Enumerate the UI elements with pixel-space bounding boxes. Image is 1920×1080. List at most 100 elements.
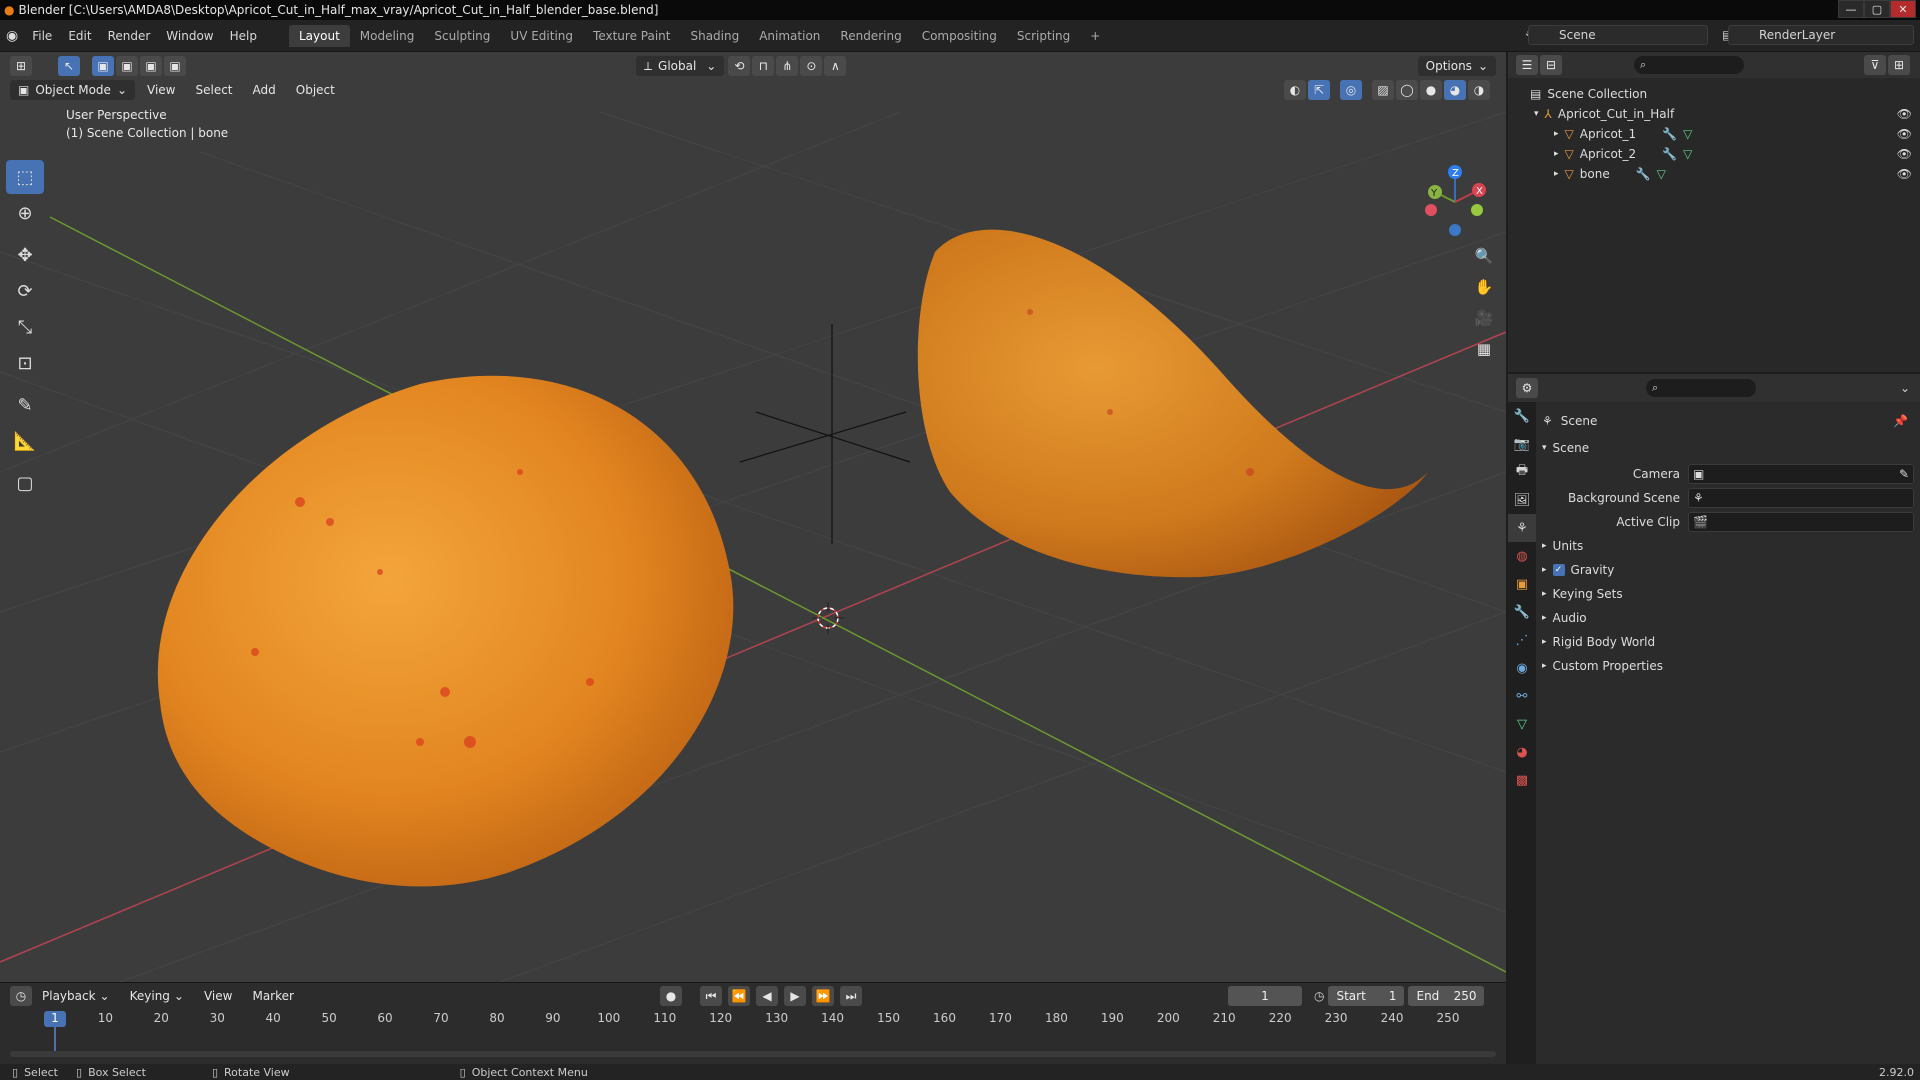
close-button[interactable]: ✕ — [1890, 0, 1916, 18]
scene-panel-header[interactable]: ▾ Scene — [1542, 436, 1914, 460]
tab-texture-paint[interactable]: Texture Paint — [583, 25, 680, 47]
measure-tool-icon[interactable]: 📐 — [6, 424, 44, 458]
chevron-right-icon[interactable]: ▸ — [1554, 169, 1559, 179]
chevron-right-icon[interactable]: ▸ — [1554, 129, 1559, 139]
editor-type-icon[interactable]: ⊞ — [10, 56, 32, 76]
play-reverse-icon[interactable]: ◀ — [756, 986, 778, 1006]
menu-edit[interactable]: Edit — [60, 26, 99, 46]
prev-keyframe-icon[interactable]: ⏪ — [728, 986, 750, 1006]
scene-tab-icon[interactable]: ⚘ — [1508, 514, 1536, 542]
filter-icon[interactable]: ⊽ — [1864, 55, 1886, 75]
material-tab-icon[interactable]: ◕ — [1508, 738, 1536, 766]
timeline-menu-view[interactable]: View — [196, 986, 240, 1006]
chevron-down-icon[interactable]: ⌄ — [1900, 381, 1910, 395]
tab-rendering[interactable]: Rendering — [830, 25, 911, 47]
3d-viewport[interactable]: Z X Y ⊞ ↖ ▣ ▣ ▣ ▣ ⟂ Global ⌄ ⟲ ⊓ ⋔ ⊙ ∧ Opt… — [0, 52, 1506, 982]
snap-target-icon[interactable]: ⋔ — [776, 56, 799, 76]
select-mode-new-icon[interactable]: ▣ — [92, 56, 114, 76]
timeline-menu-marker[interactable]: Marker — [244, 986, 301, 1006]
chevron-down-icon[interactable]: ▾ — [1534, 109, 1539, 119]
subpanel-custom-properties[interactable]: ▸ Custom Properties — [1542, 654, 1914, 678]
outliner-search-input[interactable]: ⌕ — [1634, 56, 1744, 74]
subpanel-audio[interactable]: ▸ Audio — [1542, 606, 1914, 630]
outliner-item-bone[interactable]: ▸ ▽ bone 🔧 ▽ 👁 — [1508, 164, 1920, 184]
pan-hand-icon[interactable]: ✋ — [1470, 273, 1498, 301]
eye-icon[interactable]: 👁 — [1897, 167, 1912, 181]
add-workspace-icon[interactable]: + — [1080, 25, 1110, 47]
rotate-tool-icon[interactable]: ⟳ — [6, 274, 44, 308]
viewport-menu-add[interactable]: Add — [245, 80, 284, 100]
gravity-checkbox[interactable]: ✓ — [1552, 564, 1565, 576]
transform-orientation-dropdown[interactable]: ⟂ Global ⌄ — [636, 56, 725, 76]
tab-shading[interactable]: Shading — [680, 25, 749, 47]
menu-render[interactable]: Render — [100, 26, 159, 46]
select-mode-subtract-icon[interactable]: ▣ — [140, 56, 162, 76]
snap-icon[interactable]: ⊓ — [752, 56, 775, 76]
subpanel-keying-sets[interactable]: ▸ Keying Sets — [1542, 582, 1914, 606]
outliner-item-apricot-2[interactable]: ▸ ▽ Apricot_2 🔧 ▽ 👁 — [1508, 144, 1920, 164]
clock-icon[interactable]: ◷ — [1314, 989, 1324, 1003]
background-scene-field[interactable]: ⚘ — [1688, 488, 1914, 508]
render-tab-icon[interactable]: 📷 — [1508, 430, 1536, 458]
viewport-menu-object[interactable]: Object — [288, 80, 343, 100]
outliner-item-apricot-1[interactable]: ▸ ▽ Apricot_1 🔧 ▽ 👁 — [1508, 124, 1920, 144]
add-cube-tool-icon[interactable]: ▢ — [6, 466, 44, 500]
menu-help[interactable]: Help — [222, 26, 265, 46]
select-box-tool-icon[interactable]: ⬚ — [6, 160, 44, 194]
camera-field[interactable]: ▣ ✎ — [1688, 464, 1914, 484]
rendered-shading-icon[interactable]: ◑ — [1468, 80, 1490, 100]
object-tab-icon[interactable]: ▣ — [1508, 570, 1536, 598]
xray-icon[interactable]: ▨ — [1372, 80, 1394, 100]
active-clip-field[interactable]: 🎬 — [1688, 512, 1914, 532]
end-frame-field[interactable]: End 250 — [1408, 986, 1485, 1006]
outliner-item-collection[interactable]: ▾ ⅄ Apricot_Cut_in_Half 👁 — [1508, 104, 1920, 124]
record-icon[interactable]: ● — [660, 986, 682, 1006]
select-tool-icon[interactable]: ↖ — [58, 56, 80, 76]
move-tool-icon[interactable]: ✥ — [6, 238, 44, 272]
menu-file[interactable]: File — [24, 26, 60, 46]
minimize-button[interactable]: — — [1838, 0, 1864, 18]
tool-tab-icon[interactable]: 🔧 — [1508, 402, 1536, 430]
annotate-tool-icon[interactable]: ✎ — [6, 388, 44, 422]
pin-icon[interactable]: 📌 — [1893, 414, 1908, 428]
blender-menu-icon[interactable]: ◉ — [6, 28, 18, 44]
timeline-scrollbar[interactable] — [10, 1051, 1496, 1057]
timeline-menu-playback[interactable]: Playback ⌄ — [34, 986, 118, 1006]
modifier-tab-icon[interactable]: 🔧 — [1508, 598, 1536, 626]
properties-editor-type-icon[interactable]: ⚙ — [1516, 378, 1538, 398]
eye-icon[interactable]: 👁 — [1897, 107, 1912, 121]
proportional-edit-icon[interactable]: ⊙ — [800, 56, 823, 76]
render-layer-selector[interactable]: RenderLayer — [1728, 25, 1914, 45]
jump-start-icon[interactable]: ⏮ — [700, 986, 722, 1006]
texture-tab-icon[interactable]: ▩ — [1508, 766, 1536, 794]
select-mode-extend-icon[interactable]: ▣ — [116, 56, 138, 76]
outliner-item-scene-collection[interactable]: ▤ Scene Collection — [1508, 84, 1920, 104]
tab-modeling[interactable]: Modeling — [350, 25, 425, 47]
next-keyframe-icon[interactable]: ⏩ — [812, 986, 834, 1006]
visibility-icon[interactable]: ◐ — [1284, 80, 1306, 100]
subpanel-gravity[interactable]: ▸ ✓ Gravity — [1542, 558, 1914, 582]
jump-end-icon[interactable]: ⏭ — [840, 986, 862, 1006]
properties-search-input[interactable]: ⌕ — [1646, 379, 1756, 397]
falloff-icon[interactable]: ∧ — [824, 56, 847, 76]
scene-selector[interactable]: Scene — [1528, 25, 1708, 45]
physics-tab-icon[interactable]: ◉ — [1508, 654, 1536, 682]
timeline-menu-keying[interactable]: Keying ⌄ — [122, 986, 192, 1006]
tab-compositing[interactable]: Compositing — [912, 25, 1007, 47]
solid-shading-icon[interactable]: ● — [1420, 80, 1442, 100]
eye-icon[interactable]: 👁 — [1897, 127, 1912, 141]
current-frame-field[interactable]: 1 — [1228, 986, 1302, 1006]
camera-view-icon[interactable]: 🎥 — [1470, 304, 1498, 332]
outliner-editor-type-icon[interactable]: ☰ — [1516, 55, 1538, 75]
particles-tab-icon[interactable]: ⋰ — [1508, 626, 1536, 654]
constraints-tab-icon[interactable]: ⚯ — [1508, 682, 1536, 710]
pivot-point-icon[interactable]: ⟲ — [728, 56, 751, 76]
eyedropper-icon[interactable]: ✎ — [1899, 467, 1909, 481]
frame-ruler[interactable]: 1 10 20 30 40 50 60 70 80 90 100 110 120 130 140 150 160… — [0, 1009, 1506, 1029]
timeline-editor-type-icon[interactable]: ◷ — [10, 986, 32, 1006]
maximize-button[interactable]: ▢ — [1864, 0, 1890, 18]
cursor-tool-icon[interactable]: ⊕ — [6, 196, 44, 230]
tab-layout[interactable]: Layout — [288, 24, 350, 47]
data-tab-icon[interactable]: ▽ — [1508, 710, 1536, 738]
chevron-right-icon[interactable]: ▸ — [1554, 149, 1559, 159]
